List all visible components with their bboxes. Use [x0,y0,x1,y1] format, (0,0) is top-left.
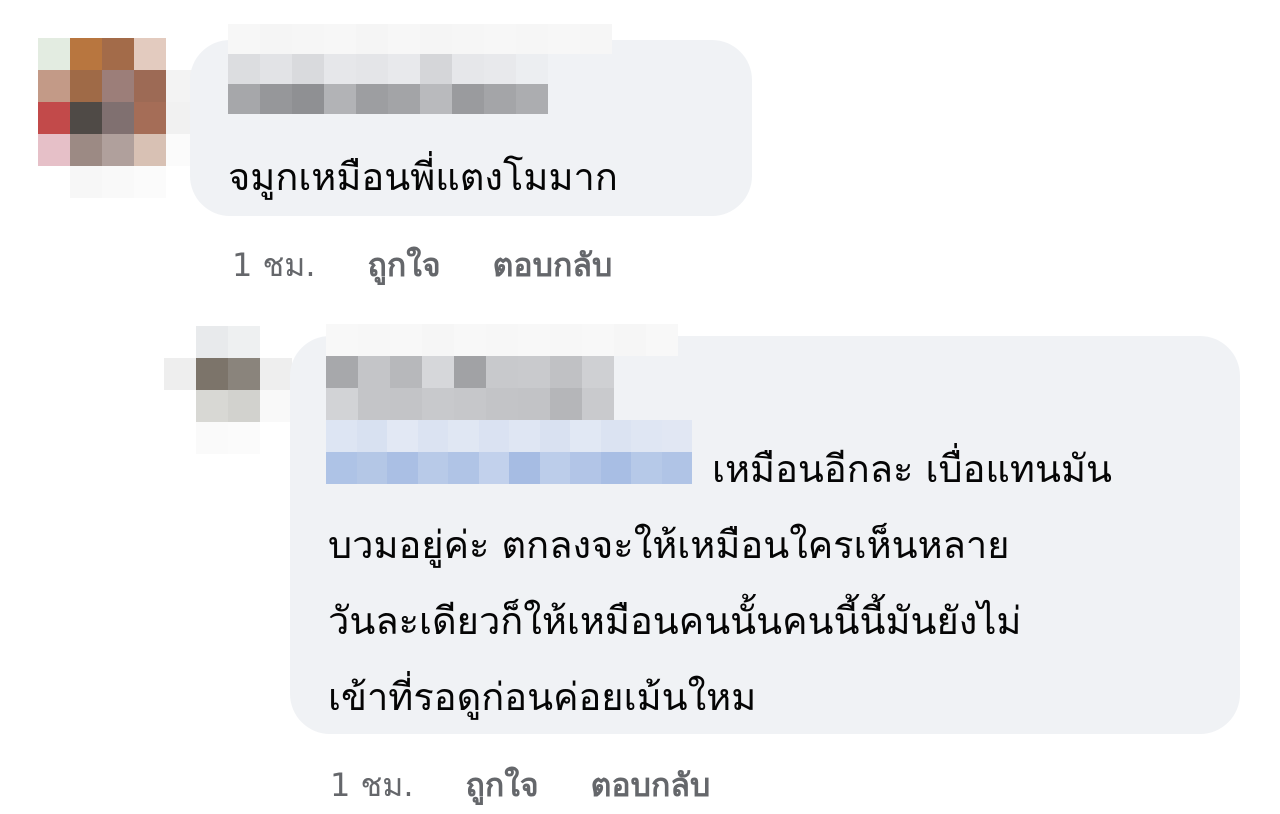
comment-time[interactable]: 1 ชม. [232,240,316,291]
comment-text-line-4: เข้าที่รอดูก่อนค่อยเม้นใหม [328,675,757,719]
comment-text: จมูกเหมือนพี่แตงโมมาก [228,155,618,199]
like-button[interactable]: ถูกใจ [466,760,539,811]
mention-redacted[interactable] [326,420,692,484]
comment-time[interactable]: 1 ชม. [330,760,414,811]
like-button[interactable]: ถูกใจ [368,240,441,291]
reply-button[interactable]: ตอบกลับ [591,760,711,811]
comment-actions: 1 ชม. ถูกใจ ตอบกลับ [232,240,612,291]
avatar[interactable] [38,38,198,198]
author-name-redacted[interactable] [228,24,612,114]
author-name-redacted[interactable] [326,324,678,420]
comment-text-line-2: บวมอยู่ค่ะ ตกลงจะให้เหมือนใครเห็นหลาย [328,523,1010,567]
comment-actions: 1 ชม. ถูกใจ ตอบกลับ [330,760,710,811]
avatar[interactable] [164,326,292,454]
comment-text-line-1: เหมือนอีกละ เบื่อแทนมัน [712,447,1112,491]
reply-button[interactable]: ตอบกลับ [493,240,613,291]
comment-text-line-3: วันละเดียวก็ให้เหมือนคนนั้นคนนี้นี้มันยั… [328,599,1022,643]
